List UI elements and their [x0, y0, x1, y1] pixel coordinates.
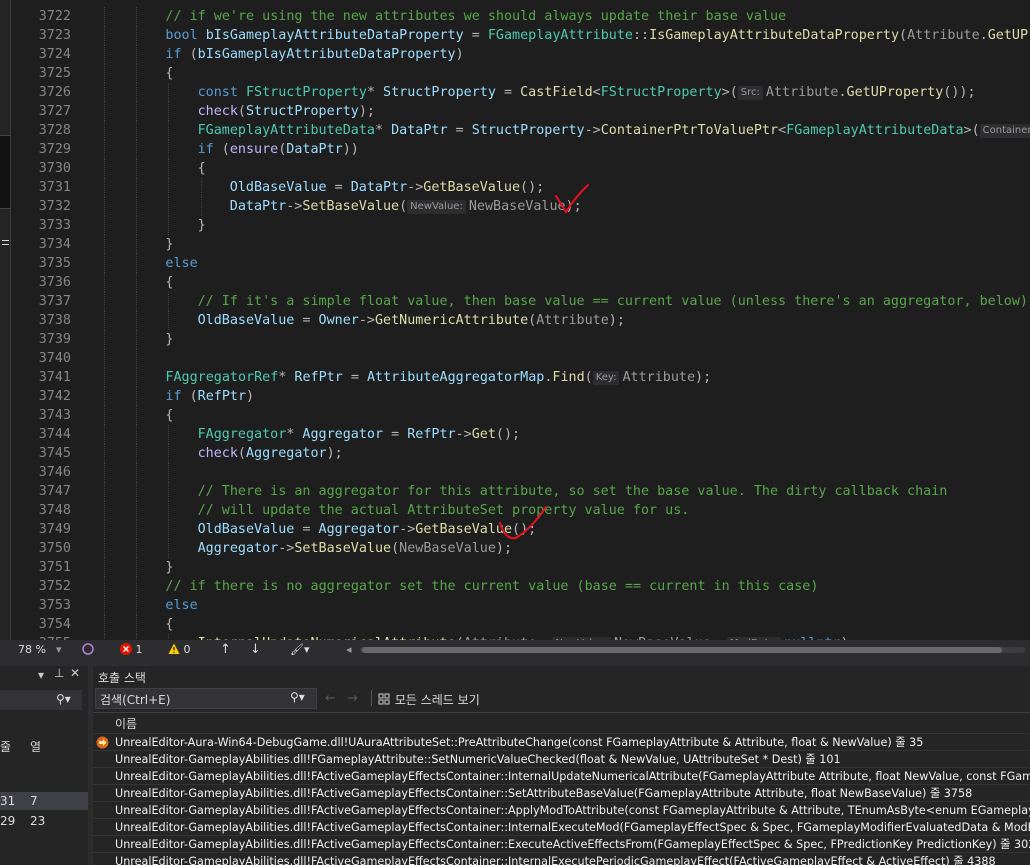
stack-frame[interactable]: UnrealEditor-GameplayAbilities.dll!FActi…: [93, 818, 1030, 836]
toolbar-separator: [371, 690, 372, 706]
forward-arrow-icon[interactable]: →: [347, 691, 358, 706]
errors-indicator[interactable]: 1: [120, 640, 143, 660]
horizontal-scrollbar[interactable]: [360, 647, 1025, 653]
errors-count: 1: [135, 643, 143, 656]
stack-frame[interactable]: UnrealEditor-GameplayAbilities.dll!FGame…: [93, 750, 1030, 768]
prev-issue-icon[interactable]: ↑: [220, 640, 231, 660]
search-icon: ⚲▾: [290, 690, 305, 704]
editor-status-bar: 78 % ▾ 1 0 ↑ ↓ 🖌▾ ◂: [0, 640, 1030, 660]
stack-frame-text: UnrealEditor-GameplayAbilities.dll!FActi…: [115, 855, 996, 865]
column-header-line: 줄: [0, 740, 12, 754]
stack-frame-text: UnrealEditor-GameplayAbilities.dll!FGame…: [115, 753, 841, 766]
show-all-threads-button[interactable]: 모든 스레드 보기: [378, 691, 480, 708]
column-header-col: 열: [30, 740, 42, 754]
row-line: 31: [0, 794, 16, 808]
stack-frame[interactable]: UnrealEditor-GameplayAbilities.dll!FActi…: [93, 784, 1030, 802]
row-col: 7: [30, 794, 38, 808]
pin-icon[interactable]: ⊥: [54, 666, 64, 680]
annotation-check-mark-1: [555, 184, 589, 214]
stack-frame-text: UnrealEditor-Aura-Win64-DebugGame.dll!UA…: [115, 736, 924, 749]
threads-icon: [378, 693, 390, 705]
row-col: 23: [30, 814, 46, 828]
stack-frame-text: UnrealEditor-GameplayAbilities.dll!FActi…: [115, 804, 1030, 817]
annotation-check-mark-2: [499, 506, 547, 540]
stack-frame-text: UnrealEditor-GameplayAbilities.dll!FActi…: [115, 770, 1030, 783]
show-all-threads-label: 모든 스레드 보기: [394, 693, 480, 707]
zoom-dropdown-icon[interactable]: ▾: [56, 640, 62, 660]
zoom-level[interactable]: 78 %: [18, 640, 46, 660]
warning-icon: [168, 643, 180, 654]
stack-frame-current[interactable]: UnrealEditor-Aura-Win64-DebugGame.dll!UA…: [93, 733, 1030, 751]
stack-frame-text: UnrealEditor-GameplayAbilities.dll!FActi…: [115, 821, 1030, 834]
list-item[interactable]: 29 23: [0, 812, 88, 830]
panel-title: 호출 스택: [98, 671, 146, 685]
error-icon: [120, 643, 132, 655]
column-header-name[interactable]: 이름: [115, 715, 137, 732]
scroll-left-icon[interactable]: ◂: [346, 640, 352, 660]
next-issue-icon[interactable]: ↓: [250, 640, 261, 660]
annotation-overlay: [499, 184, 589, 540]
left-tool-panel: ▾ ⊥ ✕ ⚲▾ 줄 열 31 7 29 23: [0, 666, 88, 865]
warnings-indicator[interactable]: 0: [168, 640, 191, 660]
stack-frame[interactable]: UnrealEditor-GameplayAbilities.dll!FActi…: [93, 852, 1030, 865]
search-icon: ⚲▾: [56, 692, 71, 706]
warnings-count: 0: [183, 643, 191, 656]
panel-menu-icon[interactable]: ▾: [38, 668, 44, 682]
stack-frame[interactable]: UnrealEditor-GameplayAbilities.dll!FActi…: [93, 767, 1030, 785]
panel-search-box[interactable]: ⚲▾: [0, 690, 82, 710]
stack-frame[interactable]: UnrealEditor-GameplayAbilities.dll!FActi…: [93, 835, 1030, 853]
row-line: 29: [0, 814, 16, 828]
copilot-icon[interactable]: [82, 640, 94, 660]
call-stack-panel: 호출 스택 검색(Ctrl+E) ⚲▾ ← → 모든 스레드 보기 이름 Unr…: [93, 666, 1030, 865]
back-arrow-icon[interactable]: ←: [325, 691, 336, 706]
column-header-row: 이름: [93, 712, 1030, 733]
scrollbar-thumb[interactable]: [362, 647, 1002, 653]
search-input[interactable]: 검색(Ctrl+E) ⚲▾: [95, 688, 317, 709]
current-frame-arrow-icon: [96, 736, 109, 749]
stack-frame-text: UnrealEditor-GameplayAbilities.dll!FActi…: [115, 838, 1030, 851]
stack-frame-text: UnrealEditor-GameplayAbilities.dll!FActi…: [115, 787, 973, 800]
search-placeholder: 검색(Ctrl+E): [100, 693, 171, 707]
close-icon[interactable]: ✕: [70, 666, 80, 680]
stack-frame[interactable]: UnrealEditor-GameplayAbilities.dll!FActi…: [93, 801, 1030, 819]
list-item-selected[interactable]: 31 7: [0, 792, 88, 810]
brush-icon[interactable]: 🖌▾: [290, 640, 310, 660]
